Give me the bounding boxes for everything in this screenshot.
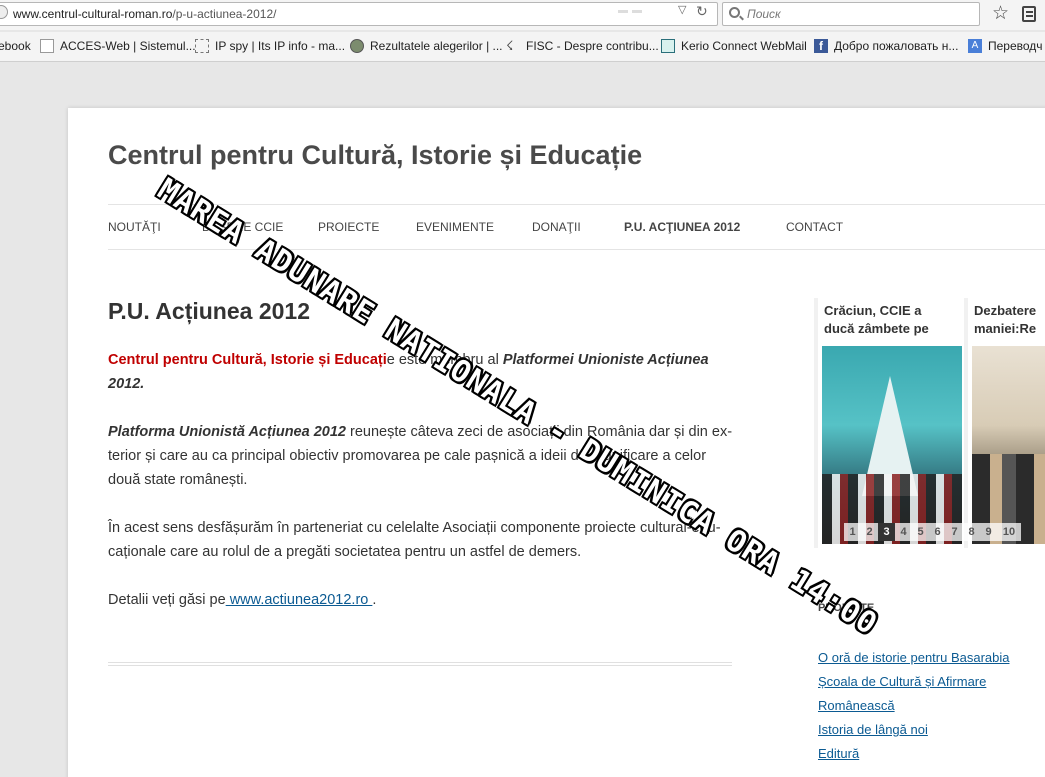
main-nav: NOUTĂŢI DESPRE CCIE PROIECTE EVENIMENTE … [108, 204, 1045, 250]
bookmark-item[interactable]: Kerio Connect WebMail [661, 39, 807, 53]
bookmark-item[interactable]: IP spy | Its IP info - ma... [195, 39, 345, 53]
slide-item[interactable]: Crăciun, CCIE a ducă zâmbete pe [818, 298, 964, 548]
nav-item-despre[interactable]: DESPRE CCIE [202, 220, 283, 234]
slide-image[interactable] [822, 346, 962, 544]
slide-title: Dezbatere maniei:Re [974, 302, 1036, 338]
actiunea-link[interactable]: www.actiunea2012.ro [226, 592, 373, 608]
paragraph: Detalii veți găsi pe www.actiunea2012.ro… [108, 588, 738, 612]
slide-title-line: Dezbatere [974, 303, 1037, 318]
org-name: Centrul pentru Cultură, Istorie și Educa… [108, 352, 387, 368]
sidebar-link[interactable]: Românească [818, 694, 1010, 718]
pager-button[interactable]: 10 [997, 523, 1021, 541]
sidebar-link[interactable]: O oră de istorie pentru Basarabia [818, 646, 1010, 670]
bookmark-label: ebook [0, 39, 31, 53]
bookmark-item[interactable]: ACCES-Web | Sistemul... [40, 39, 196, 53]
sidebar-link[interactable]: Școala de Cultură și Afirmare [818, 670, 1010, 694]
bookmark-label: Rezultatele alegerilor | ... [370, 39, 503, 53]
pager-button[interactable]: 2 [861, 523, 878, 541]
paragraph: Platforma Unionistă Acțiunea 2012 reuneș… [108, 420, 738, 492]
search-input[interactable]: Поиск [722, 2, 980, 26]
sidebar-link[interactable]: Editură [818, 742, 1010, 766]
bookmark-item[interactable]: ebook [0, 39, 31, 53]
search-icon [729, 7, 740, 18]
url-host: www.centrul-cultural-roman.ro [13, 7, 173, 21]
bookmark-item[interactable]: A Переводч [968, 39, 1043, 53]
reload-icon[interactable]: ↻ [696, 3, 708, 20]
url-dash-icon [632, 10, 642, 13]
translate-icon: A [968, 39, 982, 53]
search-placeholder: Поиск [747, 7, 781, 21]
bookmark-label: Переводч [988, 39, 1043, 53]
pager-button[interactable]: 6 [929, 523, 946, 541]
bookmark-label: Kerio Connect WebMail [681, 39, 807, 53]
bookmark-label: Добро пожаловать н... [834, 39, 959, 53]
dashed-box-icon [195, 39, 209, 53]
bookmark-star-icon[interactable]: ☆ [992, 2, 1009, 25]
bookmarks-bar: ebook ACCES-Web | Sistemul... IP spy | I… [0, 32, 1045, 62]
kerio-icon [661, 39, 675, 53]
paragraph-text: În acest sens desfășurăm în parteneriat … [108, 520, 721, 560]
slide-title-line: Crăciun, CCIE a [824, 303, 922, 318]
pager-button[interactable]: 7 [946, 523, 963, 541]
slide-title-line: maniei:Re [974, 321, 1037, 336]
entry-content: Centrul pentru Cultură, Istorie și Educa… [108, 348, 738, 636]
bookmark-label: FISC - Despre contribu... [526, 39, 659, 53]
paragraph-text: e este membru al [386, 352, 503, 368]
slide-item[interactable]: Dezbatere maniei:Re [968, 298, 1045, 548]
bookmark-item[interactable]: Rezultatele alegerilor | ... [350, 39, 503, 53]
pager-button[interactable]: 4 [895, 523, 912, 541]
document-icon [40, 39, 54, 53]
sidebar-heading: PROIECTE [818, 602, 875, 614]
pager-button[interactable]: 5 [912, 523, 929, 541]
nav-item-proiecte[interactable]: PROIECTE [318, 220, 379, 234]
fisc-icon: ☇ [506, 38, 514, 53]
slider-pager: 1 2 3 4 5 6 7 8 9 10 [844, 523, 1021, 541]
paragraph-text: Detalii veți găsi pe [108, 592, 226, 608]
paragraph: Centrul pentru Cultură, Istorie și Educa… [108, 348, 738, 396]
bookmark-item[interactable]: ☇ FISC - Despre contribu... [506, 38, 659, 54]
bookmark-item[interactable]: f Добро пожаловать н... [814, 39, 958, 53]
platform-name: Platforma Unionistă Acțiunea 2012 [108, 424, 346, 440]
paragraph-text: . [372, 592, 377, 608]
pager-button[interactable]: 1 [844, 523, 861, 541]
facebook-icon: f [814, 39, 828, 53]
nav-item-actiunea[interactable]: P.U. ACŢIUNEA 2012 [624, 220, 740, 234]
site-title[interactable]: Centrul pentru Cultură, Istorie și Educa… [108, 140, 642, 171]
seal-icon [350, 39, 364, 53]
address-bar[interactable]: www.centrul-cultural-roman.ro/p-u-actiun… [0, 2, 718, 26]
nav-item-evenimente[interactable]: EVENIMENTE [416, 220, 494, 234]
slide-title: Crăciun, CCIE a ducă zâmbete pe [824, 302, 929, 338]
url-dropdown-icon[interactable]: ▽ [678, 3, 686, 16]
pager-button-active[interactable]: 3 [878, 523, 895, 541]
slide-title-line: ducă zâmbete pe [824, 321, 929, 336]
bookmark-label: ACCES-Web | Sistemul... [60, 39, 196, 53]
pager-button[interactable]: 8 [963, 523, 980, 541]
bookmark-label: IP spy | Its IP info - ma... [215, 39, 346, 53]
paragraph: În acest sens desfășurăm în parteneriat … [108, 516, 738, 564]
slide-image[interactable] [972, 346, 1045, 544]
nav-item-noutati[interactable]: NOUTĂŢI [108, 220, 161, 234]
entry-title: P.U. Acțiunea 2012 [108, 298, 310, 324]
pager-button[interactable]: 9 [980, 523, 997, 541]
url-dash-icon [618, 10, 628, 13]
nav-item-contact[interactable]: CONTACT [786, 220, 843, 234]
news-slider: Crăciun, CCIE a ducă zâmbete pe Dezbatere… [814, 298, 1045, 548]
page-container: Centrul pentru Cultură, Istorie și Educa… [68, 108, 1045, 777]
sidebar-links: O oră de istorie pentru Basarabia Școala… [818, 646, 1010, 766]
sidebar-link[interactable]: Istoria de lângă noi [818, 718, 1010, 742]
nav-item-donatii[interactable]: DONAŢII [532, 220, 581, 234]
browser-toolbar: www.centrul-cultural-roman.ro/p-u-actiun… [0, 0, 1045, 30]
url-path: /p-u-actiunea-2012/ [172, 7, 277, 21]
reader-list-icon[interactable] [1022, 6, 1036, 22]
entry-separator [108, 662, 732, 666]
